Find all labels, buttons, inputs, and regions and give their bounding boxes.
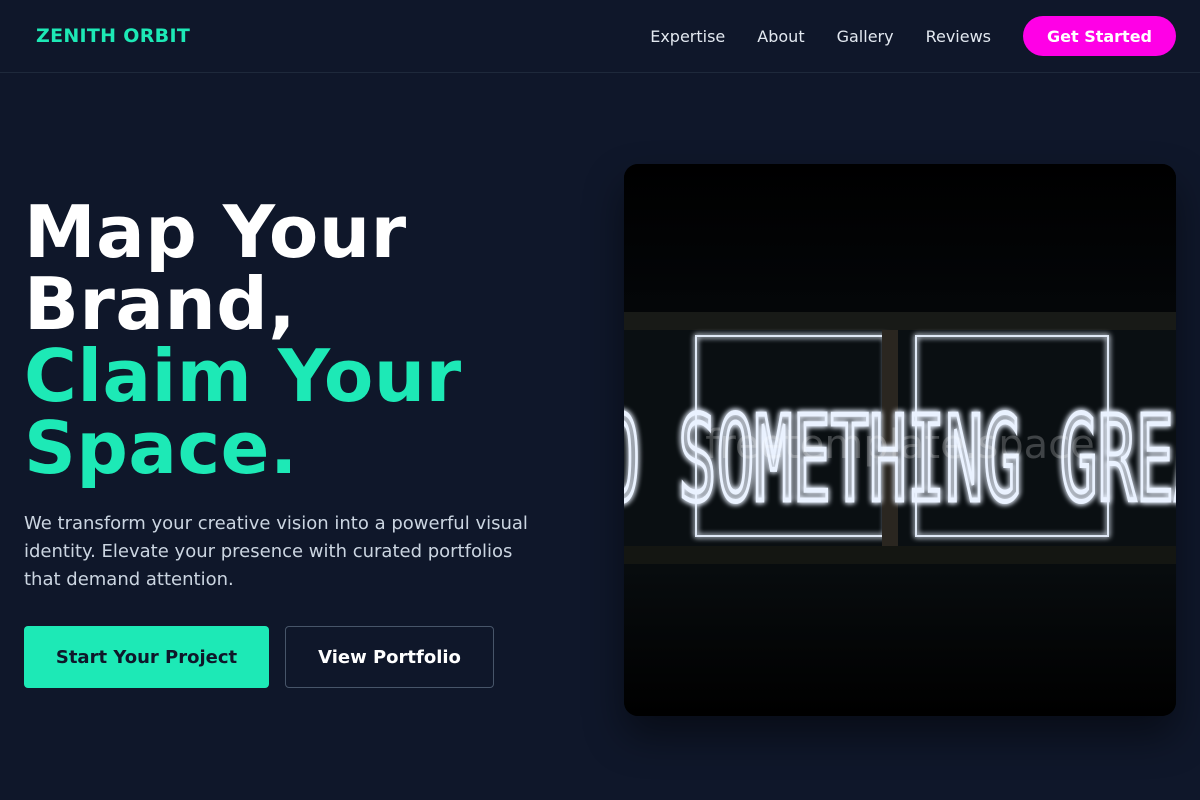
watermark-text: freetemplate.space: [705, 422, 1095, 468]
frame-top-bar: [624, 312, 1176, 330]
nav-links: Expertise About Gallery Reviews Get Star…: [650, 16, 1176, 56]
hero-title-accent-line: Space.: [24, 406, 298, 490]
nav-link-gallery[interactable]: Gallery: [837, 27, 894, 46]
hero-title-accent-line: Claim Your: [24, 334, 462, 418]
hero-text-block: Map Your Brand, Claim Your Space. We tra…: [24, 196, 584, 688]
nav-link-reviews[interactable]: Reviews: [926, 27, 991, 46]
hero-neon-sign-image: O SOMETHING GREA freetemplate.space: [624, 164, 1176, 716]
hero-title-line: Brand,: [24, 262, 297, 346]
nav-link-expertise[interactable]: Expertise: [650, 27, 725, 46]
hero-title-line: Map Your: [24, 190, 407, 274]
hero-title: Map Your Brand, Claim Your Space.: [24, 196, 584, 484]
top-navbar: ZENITH ORBIT Expertise About Gallery Rev…: [0, 0, 1200, 73]
neon-sign-photo: O SOMETHING GREA freetemplate.space: [624, 164, 1176, 716]
brand-logo[interactable]: ZENITH ORBIT: [36, 25, 190, 47]
view-portfolio-button[interactable]: View Portfolio: [285, 626, 494, 688]
hero-button-group: Start Your Project View Portfolio: [24, 626, 584, 688]
start-project-button[interactable]: Start Your Project: [24, 626, 269, 688]
nav-link-about[interactable]: About: [757, 27, 804, 46]
get-started-button[interactable]: Get Started: [1023, 16, 1176, 56]
frame-bottom-bar: [624, 546, 1176, 564]
hero-description: We transform your creative vision into a…: [24, 513, 528, 590]
